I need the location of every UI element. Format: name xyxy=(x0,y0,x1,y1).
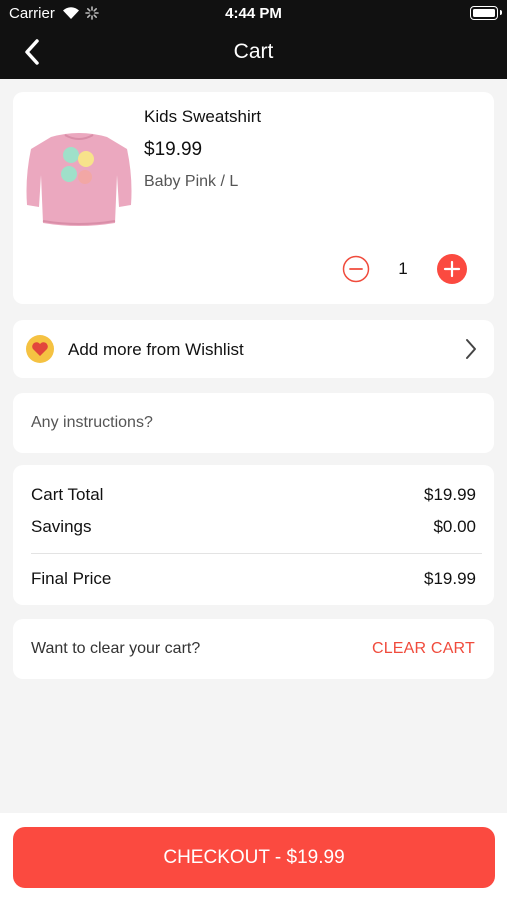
final-price-label: Final Price xyxy=(31,569,112,588)
top-bar: Carrier 4:44 PM Cart xyxy=(0,0,507,79)
cart-total-label: Cart Total xyxy=(31,485,104,504)
instructions-card xyxy=(13,393,494,453)
minus-circle-icon[interactable] xyxy=(342,255,370,283)
final-price-value: $19.99 xyxy=(424,569,476,588)
cart-total-value: $19.99 xyxy=(424,485,476,504)
clock: 4:44 PM xyxy=(225,5,282,22)
summary-divider xyxy=(31,553,482,554)
wishlist-label: Add more from Wishlist xyxy=(68,340,244,359)
clear-cart-card: Want to clear your cart? CLEAR CART xyxy=(13,619,494,679)
checkout-button[interactable]: CHECKOUT - $19.99 xyxy=(13,827,495,888)
page-title: Cart xyxy=(233,40,274,63)
chevron-right-icon xyxy=(466,339,476,359)
plus-circle-icon[interactable] xyxy=(437,254,467,284)
heart-icon xyxy=(32,342,48,356)
product-price: $19.99 xyxy=(144,139,203,160)
savings-value: $0.00 xyxy=(433,517,476,536)
order-summary: Cart Total $19.99 Savings $0.00 Final Pr… xyxy=(13,465,494,605)
quantity-value: 1 xyxy=(398,259,408,278)
clear-cart-prompt: Want to clear your cart? xyxy=(31,640,201,657)
product-variant: Baby Pink / L xyxy=(144,173,239,190)
product-name[interactable]: Kids Sweatshirt xyxy=(144,107,261,127)
battery-icon xyxy=(470,6,502,20)
wishlist-badge xyxy=(26,335,54,363)
savings-label: Savings xyxy=(31,517,92,536)
clear-cart-button[interactable]: CLEAR CART xyxy=(372,640,475,658)
wishlist-row[interactable]: Add more from Wishlist xyxy=(13,320,494,378)
cart-item-card: Kids Sweatshirt $19.99 Baby Pink / L 1 xyxy=(13,92,494,304)
checkout-footer: CHECKOUT - $19.99 xyxy=(0,813,507,900)
status-bar: Carrier 4:44 PM xyxy=(0,0,507,28)
instructions-input[interactable] xyxy=(31,414,471,432)
product-image[interactable] xyxy=(23,125,135,235)
